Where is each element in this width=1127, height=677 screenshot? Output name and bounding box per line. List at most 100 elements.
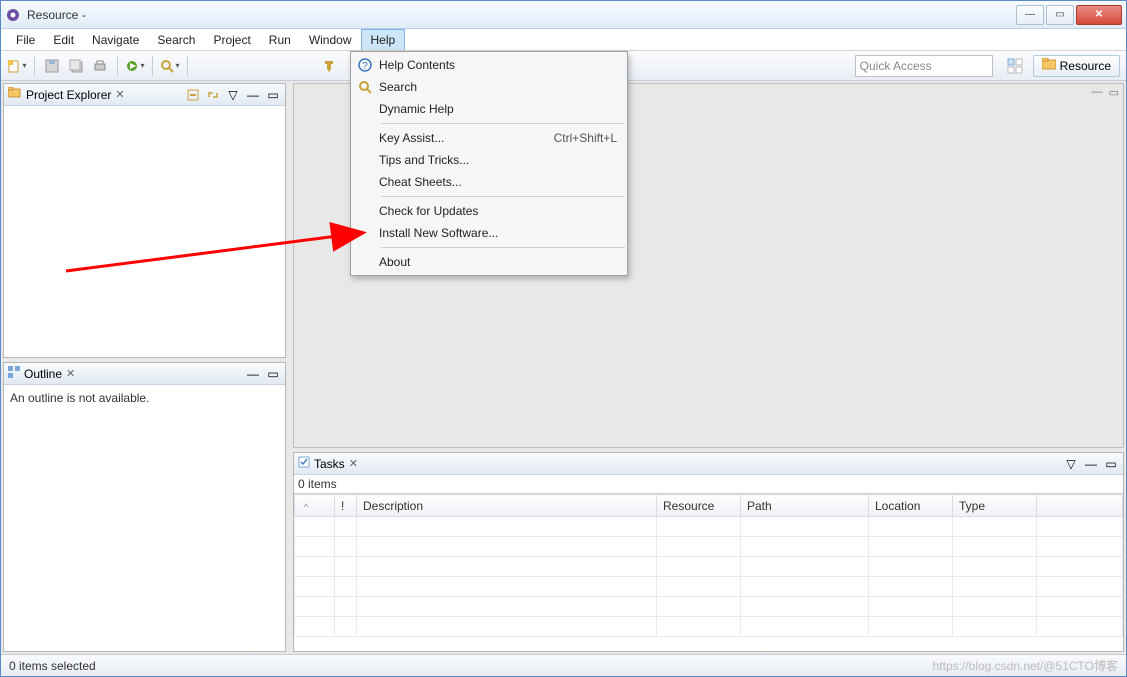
menu-window[interactable]: Window [300, 29, 361, 50]
install-new-software-item[interactable]: Install New Software... [351, 222, 627, 244]
app-icon [5, 7, 21, 23]
tasks-icon [298, 456, 310, 471]
help-circle-icon: ? [351, 58, 379, 72]
outline-icon [8, 366, 20, 381]
resource-perspective-button[interactable]: Resource [1033, 55, 1120, 77]
tasks-count: 0 items [294, 475, 1123, 494]
check-updates-item[interactable]: Check for Updates [351, 200, 627, 222]
col-path[interactable]: Path [741, 495, 869, 517]
table-row[interactable] [295, 577, 1123, 597]
tasks-header: Tasks ✕ ▽ — ▭ [294, 453, 1123, 475]
search-tool-button[interactable] [160, 56, 180, 76]
project-explorer-title: Project Explorer [26, 88, 111, 102]
key-assist-item[interactable]: Key Assist... Ctrl+Shift+L [351, 127, 627, 149]
folder-tree-icon [8, 87, 22, 102]
col-completed[interactable] [295, 495, 335, 517]
help-dropdown: ? Help Contents Search Dynamic Help Key … [350, 51, 628, 276]
close-icon[interactable]: ✕ [115, 88, 124, 101]
menu-project[interactable]: Project [204, 29, 259, 50]
table-row[interactable] [295, 517, 1123, 537]
save-button[interactable] [42, 56, 62, 76]
resource-perspective-label: Resource [1060, 59, 1111, 73]
tasks-table: ! Description Resource Path Location Typ… [294, 494, 1123, 651]
print-button[interactable] [90, 56, 110, 76]
separator [117, 56, 118, 76]
minimize-button[interactable]: — [1016, 5, 1044, 25]
minimize-view-button[interactable]: — [245, 366, 261, 382]
menu-separator [381, 196, 625, 197]
maximize-view-button[interactable]: ▭ [265, 87, 281, 103]
left-column: Project Explorer ✕ ▽ — ▭ Outli [1, 81, 291, 654]
menu-search[interactable]: Search [148, 29, 204, 50]
col-priority[interactable]: ! [335, 495, 357, 517]
dynamic-help-item[interactable]: Dynamic Help [351, 98, 627, 120]
project-explorer-header: Project Explorer ✕ ▽ — ▭ [4, 84, 285, 106]
outline-header: Outline ✕ — ▭ [4, 363, 285, 385]
link-editor-button[interactable] [205, 87, 221, 103]
cheat-sheets-item[interactable]: Cheat Sheets... [351, 171, 627, 193]
search-icon [351, 80, 379, 94]
open-perspective-button[interactable] [1005, 56, 1025, 76]
save-all-button[interactable] [66, 56, 86, 76]
maximize-view-button[interactable]: ▭ [265, 366, 281, 382]
statusbar: 0 items selected https://blog.csdn.net/@… [1, 654, 1126, 676]
menu-file[interactable]: File [7, 29, 44, 50]
folder-icon [1042, 58, 1056, 73]
maximize-button[interactable]: ▭ [1046, 5, 1074, 25]
project-explorer-body [4, 106, 285, 357]
menu-edit[interactable]: Edit [44, 29, 83, 50]
col-location[interactable]: Location [869, 495, 953, 517]
window-title: Resource - [27, 8, 1016, 22]
quick-access-input[interactable]: Quick Access [855, 55, 993, 77]
table-row[interactable] [295, 537, 1123, 557]
menu-run[interactable]: Run [260, 29, 300, 50]
col-resource[interactable]: Resource [657, 495, 741, 517]
minimize-view-button[interactable]: — [245, 87, 261, 103]
tasks-header-row: ! Description Resource Path Location Typ… [295, 495, 1123, 517]
table-row[interactable] [295, 617, 1123, 637]
view-menu-button[interactable]: ▽ [1063, 456, 1079, 472]
run-button[interactable] [125, 56, 145, 76]
table-row[interactable] [295, 597, 1123, 617]
menu-separator [381, 123, 625, 124]
status-selection: 0 items selected [9, 659, 96, 673]
app-window: Resource - — ▭ ✕ File Edit Navigate Sear… [0, 0, 1127, 677]
col-description[interactable]: Description [357, 495, 657, 517]
titlebar: Resource - — ▭ ✕ [1, 1, 1126, 29]
close-button[interactable]: ✕ [1076, 5, 1122, 25]
minimize-editor-button[interactable]: — [1092, 86, 1103, 99]
project-explorer-view: Project Explorer ✕ ▽ — ▭ [3, 83, 286, 358]
help-search-item[interactable]: Search [351, 76, 627, 98]
menu-separator [381, 247, 625, 248]
close-icon[interactable]: ✕ [349, 457, 358, 470]
editor-area-controls: — ▭ [1092, 86, 1119, 99]
outline-view: Outline ✕ — ▭ An outline is not availabl… [3, 362, 286, 652]
menu-help[interactable]: Help [361, 29, 406, 50]
outline-title: Outline [24, 367, 62, 381]
new-wizard-button[interactable] [7, 56, 27, 76]
close-icon[interactable]: ✕ [66, 367, 75, 380]
menubar: File Edit Navigate Search Project Run Wi… [1, 29, 1126, 51]
svg-text:?: ? [362, 61, 368, 72]
outline-empty-text: An outline is not available. [4, 385, 285, 651]
menu-navigate[interactable]: Navigate [83, 29, 148, 50]
separator [187, 56, 188, 76]
table-row[interactable] [295, 557, 1123, 577]
col-type[interactable]: Type [953, 495, 1037, 517]
view-menu-button[interactable]: ▽ [225, 87, 241, 103]
about-item[interactable]: About [351, 251, 627, 273]
separator [152, 56, 153, 76]
minimize-view-button[interactable]: — [1083, 456, 1099, 472]
separator [34, 56, 35, 76]
pin-editor-button[interactable] [319, 56, 339, 76]
tasks-view: Tasks ✕ ▽ — ▭ 0 items ! Description [293, 452, 1124, 652]
maximize-view-button[interactable]: ▭ [1103, 456, 1119, 472]
watermark-text: https://blog.csdn.net/@51CTO博客 [933, 657, 1118, 674]
tips-tricks-item[interactable]: Tips and Tricks... [351, 149, 627, 171]
window-controls: — ▭ ✕ [1016, 5, 1122, 25]
maximize-editor-button[interactable]: ▭ [1109, 86, 1119, 99]
help-contents-item[interactable]: ? Help Contents [351, 54, 627, 76]
tasks-title: Tasks [314, 457, 345, 471]
col-spacer [1037, 495, 1123, 517]
collapse-all-button[interactable] [185, 87, 201, 103]
